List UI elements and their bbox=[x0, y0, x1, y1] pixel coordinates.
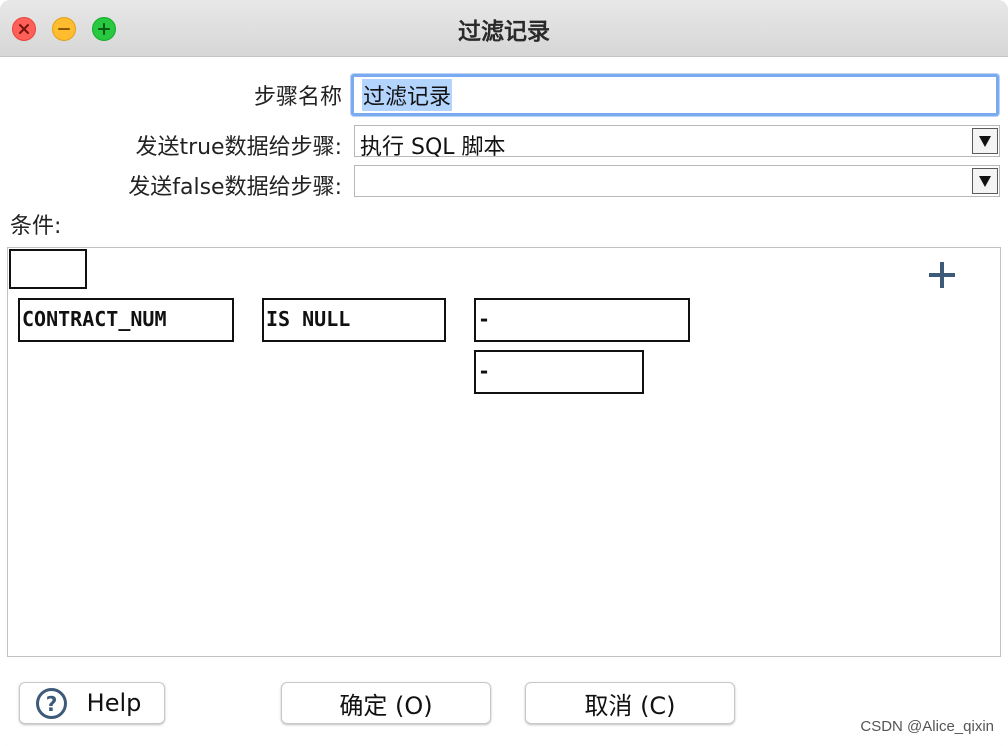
window-title: 过滤记录 bbox=[458, 19, 550, 45]
help-button-label: Help bbox=[86, 689, 142, 717]
false-step-label: 发送false数据给步骤: bbox=[128, 175, 342, 200]
ok-button[interactable]: 确定 (O) bbox=[281, 682, 491, 724]
triangle-down-icon bbox=[979, 136, 991, 147]
condition-value-box[interactable]: - bbox=[474, 298, 690, 342]
true-step-label: 发送true数据给步骤: bbox=[135, 135, 342, 160]
add-condition-icon[interactable] bbox=[925, 258, 959, 292]
step-name-input[interactable]: 过滤记录 bbox=[351, 74, 999, 116]
false-step-select[interactable] bbox=[354, 165, 1000, 197]
false-step-dropdown-button[interactable] bbox=[972, 168, 998, 194]
question-mark-icon: ? bbox=[36, 688, 67, 719]
help-button[interactable]: ? Help bbox=[19, 682, 165, 724]
dialog-window: 过滤记录 步骤名称 过滤记录 发送true数据给步骤: 执行 SQL 脚本 发送… bbox=[0, 0, 1008, 746]
condition-field-box[interactable]: CONTRACT_NUM bbox=[18, 298, 234, 342]
condition-label: 条件: bbox=[10, 214, 62, 239]
condition-negate-box[interactable] bbox=[9, 249, 87, 289]
svg-text:?: ? bbox=[46, 692, 58, 716]
watermark-text: CSDN @Alice_qixin bbox=[860, 718, 994, 735]
step-name-label: 步骤名称 bbox=[253, 85, 342, 110]
dialog-content: 步骤名称 过滤记录 发送true数据给步骤: 执行 SQL 脚本 发送false… bbox=[0, 57, 1008, 746]
condition-operator-box[interactable]: IS NULL bbox=[262, 298, 446, 342]
step-name-value: 过滤记录 bbox=[362, 79, 453, 111]
true-step-value: 执行 SQL 脚本 bbox=[360, 135, 506, 160]
condition-value2-box[interactable]: - bbox=[474, 350, 644, 394]
cancel-button-label: 取消 (C) bbox=[584, 691, 676, 720]
true-step-dropdown-button[interactable] bbox=[972, 128, 998, 154]
true-step-select[interactable]: 执行 SQL 脚本 bbox=[354, 125, 1000, 160]
condition-editor[interactable]: CONTRACT_NUM IS NULL - - bbox=[7, 247, 1001, 657]
title-bar: 过滤记录 bbox=[0, 0, 1008, 57]
cancel-button[interactable]: 取消 (C) bbox=[525, 682, 735, 724]
ok-button-label: 确定 (O) bbox=[339, 691, 433, 720]
triangle-down-icon bbox=[979, 176, 991, 187]
